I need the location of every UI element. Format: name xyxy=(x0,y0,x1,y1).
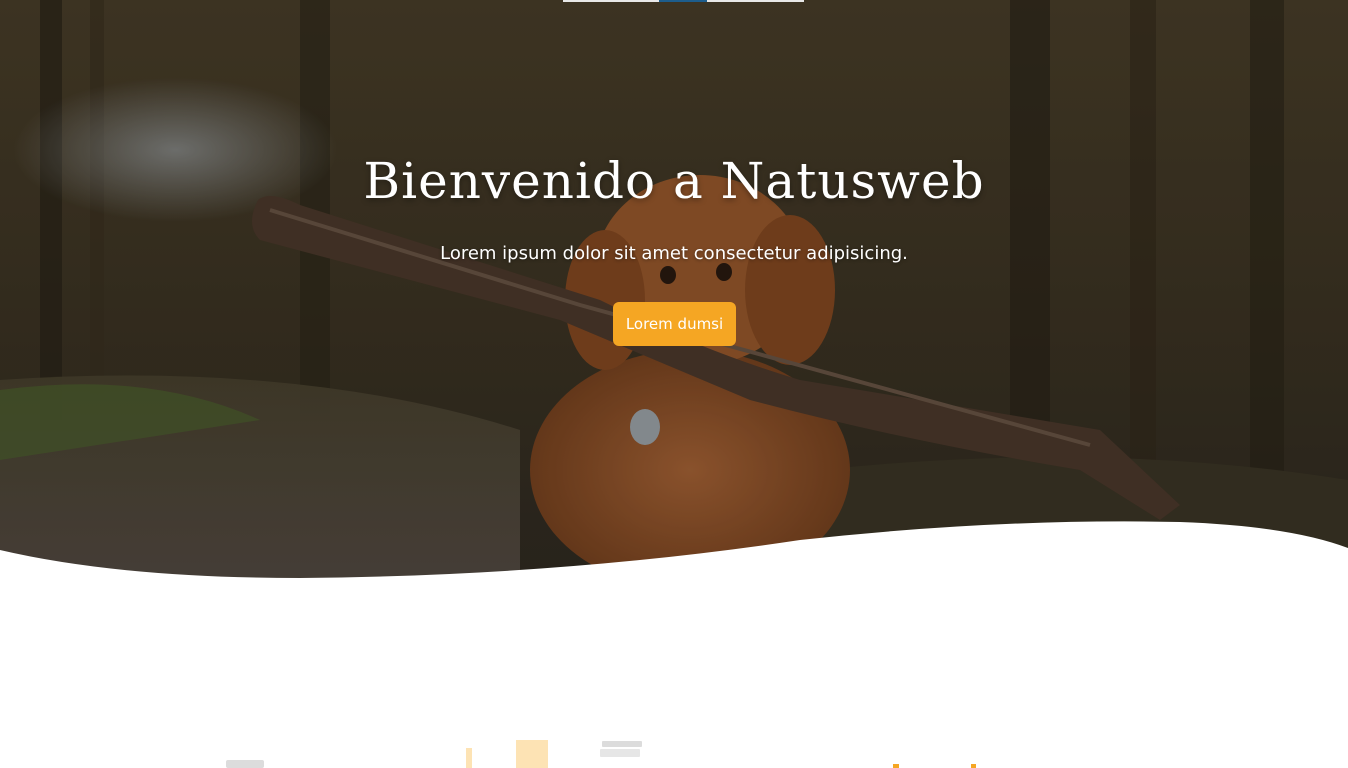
hero-wave-divider xyxy=(0,521,1348,600)
top-nav-indicator[interactable] xyxy=(563,0,804,2)
hero-title: Bienvenido a Natusweb xyxy=(363,152,985,210)
hero-subtitle: Lorem ipsum dolor sit amet consectetur a… xyxy=(440,243,908,264)
landing-page: Bienvenido a Natusweb Lorem ipsum dolor … xyxy=(0,0,1348,768)
illustration-fragment-stack-icon xyxy=(600,741,642,757)
illustration-fragment-grey-icon xyxy=(226,760,264,768)
features-section xyxy=(0,600,1348,768)
top-nav-active-indicator xyxy=(659,0,707,2)
hero-cta-button[interactable]: Lorem dumsi xyxy=(613,302,736,346)
illustration-fragment-orange-icon xyxy=(893,764,976,768)
illustration-fragment-books-icon xyxy=(466,740,548,768)
hero-section: Bienvenido a Natusweb Lorem ipsum dolor … xyxy=(0,0,1348,600)
